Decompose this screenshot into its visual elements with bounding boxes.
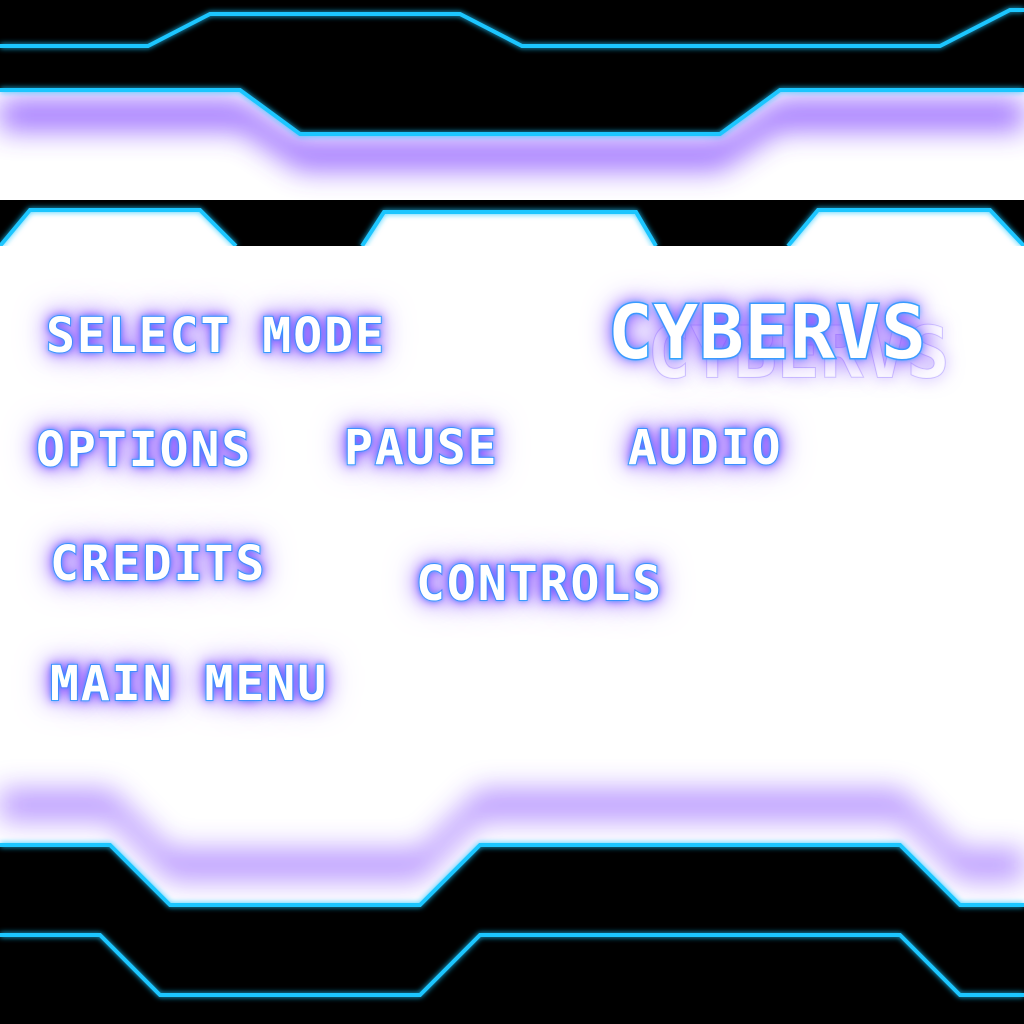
bottom-banner	[0, 790, 1024, 1024]
options-button[interactable]: OPTIONS	[35, 425, 252, 475]
panel-header-strip	[0, 200, 1024, 264]
neon-frame-decoration	[0, 0, 1024, 1024]
audio-button[interactable]: AUDIO	[627, 423, 783, 473]
game-menu-screen: CYBERVS CYBERVS SELECT MODE OPTIONS PAUS…	[0, 0, 1024, 1024]
top-banner	[0, 0, 1024, 170]
main-menu-button[interactable]: MAIN MENU	[49, 659, 328, 709]
select-mode-button[interactable]: SELECT MODE	[45, 311, 386, 361]
controls-button[interactable]: CONTROLS	[415, 559, 663, 609]
pause-button[interactable]: PAUSE	[343, 423, 499, 473]
credits-button[interactable]: CREDITS	[49, 539, 266, 589]
game-logo: CYBERVS	[607, 290, 928, 376]
